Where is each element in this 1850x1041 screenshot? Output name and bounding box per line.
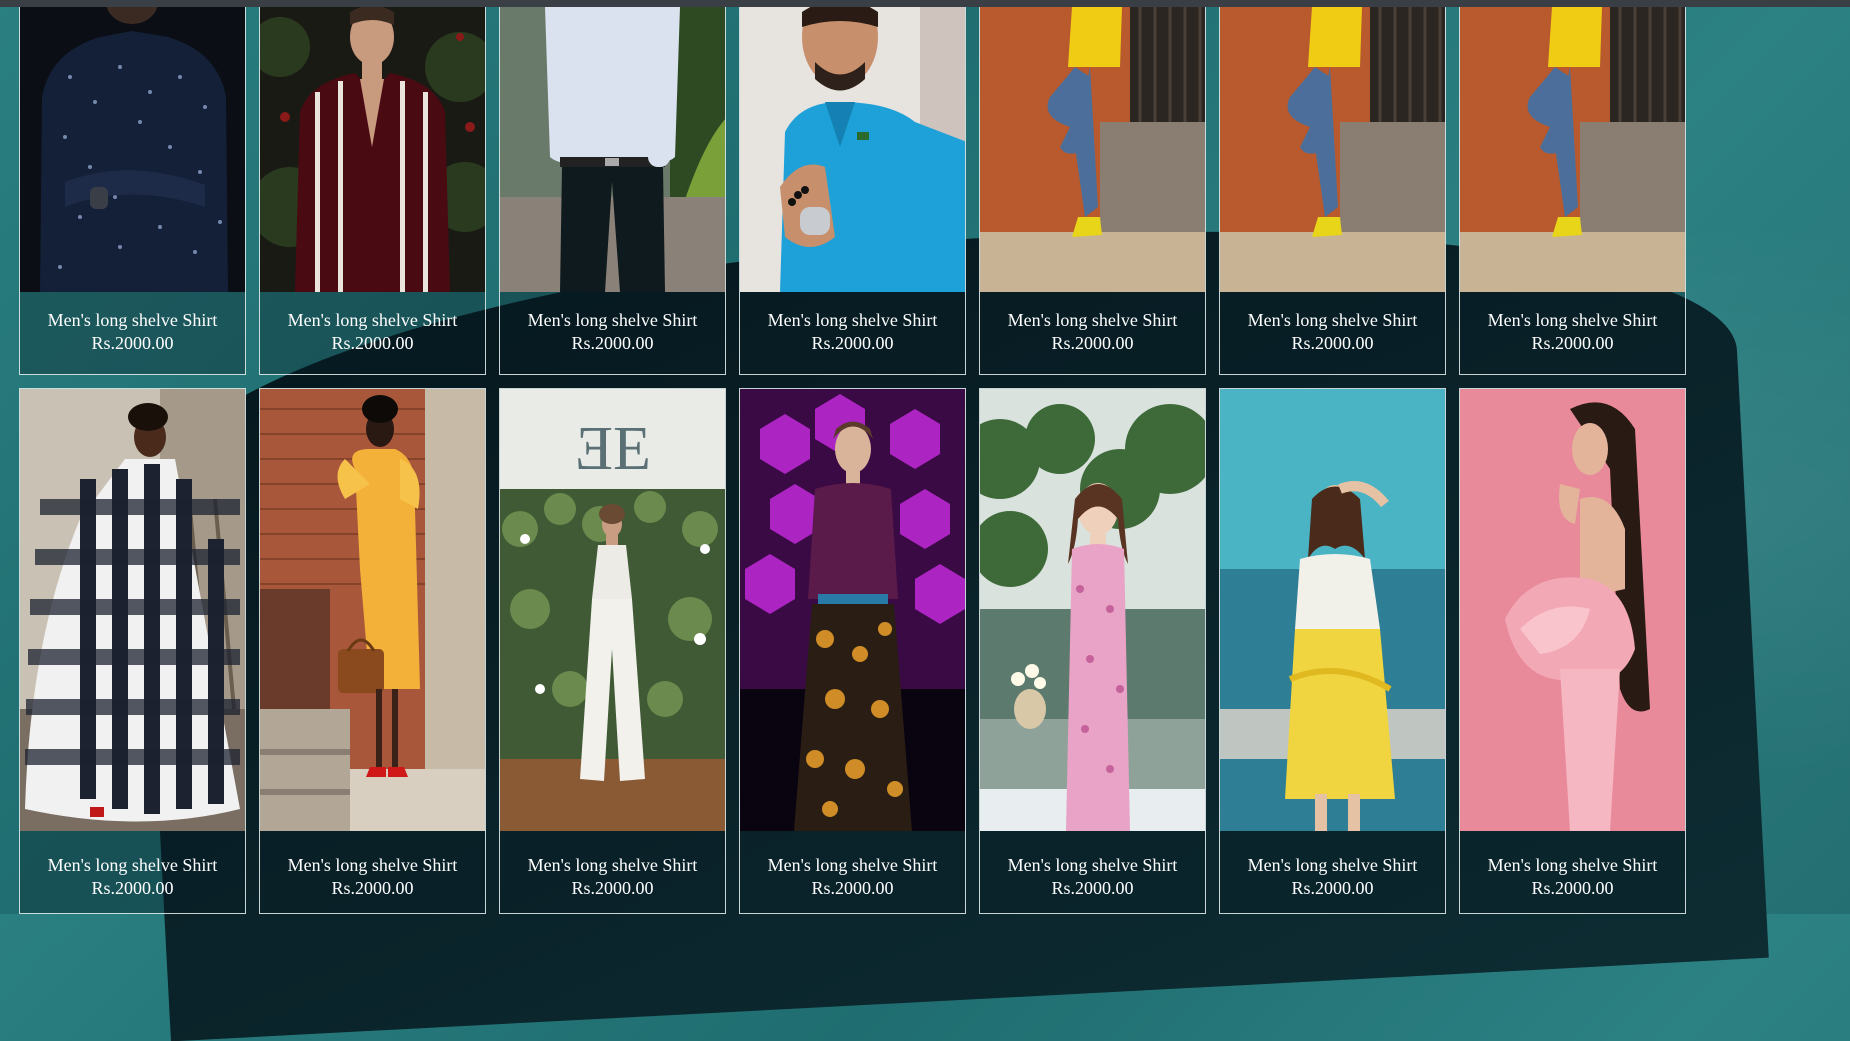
product-name[interactable]: Men's long shelve Shirt (1460, 854, 1685, 877)
product-card[interactable]: Men's long shelve Shirt Rs.2000.00 (19, 7, 246, 375)
product-caption: Men's long shelve Shirt Rs.2000.00 (260, 291, 485, 374)
product-name[interactable]: Men's long shelve Shirt (20, 309, 245, 332)
product-caption: Men's long shelve Shirt Rs.2000.00 (260, 829, 485, 913)
product-card[interactable]: Men's long shelve Shirt Rs.2000.00 (979, 388, 1206, 914)
product-image[interactable] (740, 7, 965, 292)
product-name[interactable]: Men's long shelve Shirt (1460, 309, 1685, 332)
product-image[interactable] (260, 389, 485, 831)
product-price: Rs.2000.00 (1531, 878, 1614, 898)
product-price: Rs.2000.00 (91, 878, 174, 898)
product-image[interactable] (1460, 389, 1685, 831)
product-card[interactable]: Men's long shelve Shirt Rs.2000.00 (499, 7, 726, 375)
product-name[interactable]: Men's long shelve Shirt (260, 854, 485, 877)
product-caption: Men's long shelve Shirt Rs.2000.00 (740, 291, 965, 374)
product-price: Rs.2000.00 (1291, 333, 1374, 353)
product-image[interactable] (1220, 7, 1445, 292)
product-card[interactable]: Men's long shelve Shirt Rs.2000.00 (739, 7, 966, 375)
product-image[interactable]: ƎE (500, 389, 725, 831)
product-name[interactable]: Men's long shelve Shirt (740, 854, 965, 877)
product-name[interactable]: Men's long shelve Shirt (20, 854, 245, 877)
product-image[interactable] (260, 7, 485, 292)
product-card[interactable]: Men's long shelve Shirt Rs.2000.00 (1219, 7, 1446, 375)
product-card[interactable]: Men's long shelve Shirt Rs.2000.00 (979, 7, 1206, 375)
product-name[interactable]: Men's long shelve Shirt (500, 309, 725, 332)
product-card[interactable]: Men's long shelve Shirt Rs.2000.00 (1459, 388, 1686, 914)
product-price: Rs.2000.00 (331, 878, 414, 898)
product-name[interactable]: Men's long shelve Shirt (980, 854, 1205, 877)
product-caption: Men's long shelve Shirt Rs.2000.00 (20, 291, 245, 374)
product-caption: Men's long shelve Shirt Rs.2000.00 (1460, 829, 1685, 913)
product-card[interactable]: Men's long shelve Shirt Rs.2000.00 (259, 7, 486, 375)
product-image[interactable] (20, 389, 245, 831)
product-caption: Men's long shelve Shirt Rs.2000.00 (1460, 291, 1685, 374)
product-image[interactable] (1460, 7, 1685, 292)
product-price: Rs.2000.00 (1051, 333, 1134, 353)
product-grid: Men's long shelve Shirt Rs.2000.00 Men's… (19, 7, 1686, 914)
product-image[interactable] (980, 7, 1205, 292)
product-card[interactable]: Men's long shelve Shirt Rs.2000.00 (739, 388, 966, 914)
product-caption: Men's long shelve Shirt Rs.2000.00 (740, 829, 965, 913)
product-caption: Men's long shelve Shirt Rs.2000.00 (980, 291, 1205, 374)
product-image[interactable] (740, 389, 965, 831)
product-card[interactable]: ƎE Men's long shelve Shirt Rs.2000.00 (499, 388, 726, 914)
product-caption: Men's long shelve Shirt Rs.2000.00 (20, 829, 245, 913)
product-name[interactable]: Men's long shelve Shirt (500, 854, 725, 877)
product-caption: Men's long shelve Shirt Rs.2000.00 (500, 291, 725, 374)
product-card[interactable]: Men's long shelve Shirt Rs.2000.00 (1219, 388, 1446, 914)
product-caption: Men's long shelve Shirt Rs.2000.00 (1220, 291, 1445, 374)
product-caption: Men's long shelve Shirt Rs.2000.00 (500, 829, 725, 913)
product-image[interactable] (980, 389, 1205, 831)
product-price: Rs.2000.00 (571, 333, 654, 353)
logo-monogram: ƎE (575, 415, 651, 483)
product-name[interactable]: Men's long shelve Shirt (740, 309, 965, 332)
product-name[interactable]: Men's long shelve Shirt (260, 309, 485, 332)
product-price: Rs.2000.00 (1051, 878, 1134, 898)
product-price: Rs.2000.00 (571, 878, 654, 898)
product-price: Rs.2000.00 (331, 333, 414, 353)
product-caption: Men's long shelve Shirt Rs.2000.00 (1220, 829, 1445, 913)
product-name[interactable]: Men's long shelve Shirt (1220, 309, 1445, 332)
product-card[interactable]: Men's long shelve Shirt Rs.2000.00 (259, 388, 486, 914)
product-caption: Men's long shelve Shirt Rs.2000.00 (980, 829, 1205, 913)
product-name[interactable]: Men's long shelve Shirt (980, 309, 1205, 332)
product-price: Rs.2000.00 (811, 878, 894, 898)
product-name[interactable]: Men's long shelve Shirt (1220, 854, 1445, 877)
product-image[interactable] (1220, 389, 1445, 831)
product-image[interactable] (500, 7, 725, 292)
top-bar (0, 0, 1850, 7)
product-card[interactable]: Men's long shelve Shirt Rs.2000.00 (19, 388, 246, 914)
product-image[interactable] (20, 7, 245, 292)
product-card[interactable]: Men's long shelve Shirt Rs.2000.00 (1459, 7, 1686, 375)
product-price: Rs.2000.00 (1531, 333, 1614, 353)
product-price: Rs.2000.00 (1291, 878, 1374, 898)
product-price: Rs.2000.00 (91, 333, 174, 353)
product-price: Rs.2000.00 (811, 333, 894, 353)
